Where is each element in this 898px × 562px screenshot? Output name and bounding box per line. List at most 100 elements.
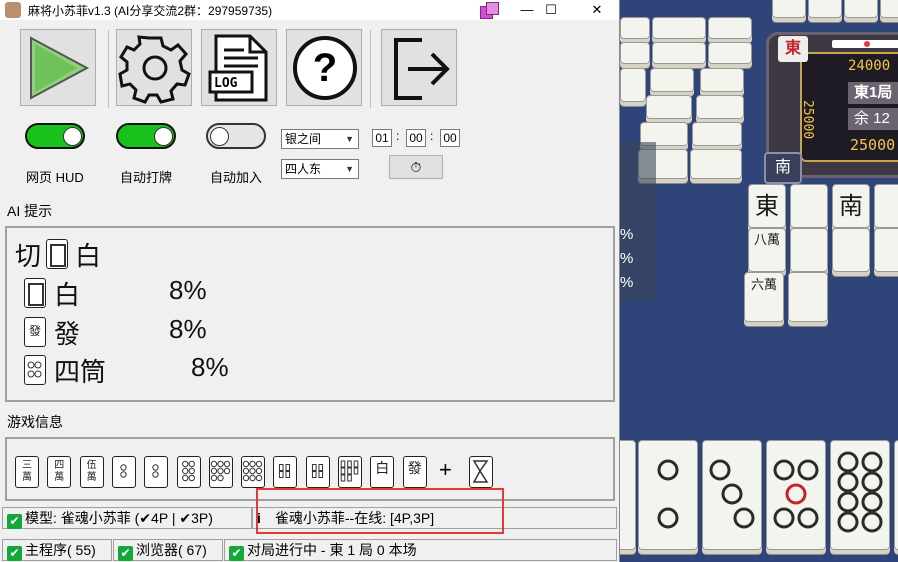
main-program-status: ✔ 主程序( 55): [2, 539, 112, 561]
start-button[interactable]: [20, 29, 96, 106]
mode-select-value: 四人东: [285, 162, 322, 176]
circle-mark: [837, 451, 859, 473]
suit-mark: [318, 464, 323, 471]
suit-mark: [223, 467, 230, 475]
auto-play-toggle[interactable]: [116, 123, 176, 149]
game-tile-8-man: 八萬: [748, 228, 786, 272]
check-icon: ✔: [7, 514, 22, 529]
window-title: 麻将小苏菲v1.3 (AI分享交流2群：297959735): [28, 4, 273, 18]
suit-mark: [249, 474, 256, 482]
tile-text: 東: [755, 192, 779, 220]
room-select[interactable]: 银之间 ▼: [281, 129, 359, 149]
check-icon: ✔: [7, 546, 22, 561]
game-tile: [708, 17, 752, 39]
auto-join-toggle[interactable]: [206, 123, 266, 149]
suit-mark: [255, 467, 263, 475]
maximize-button[interactable]: ☐: [528, 0, 574, 20]
tile-drawn: [469, 456, 493, 488]
stopwatch-icon: ⏱: [410, 159, 422, 175]
option-name: 白: [54, 280, 81, 310]
game-tile: [874, 184, 898, 228]
circle-mark: [837, 471, 859, 493]
hand-tile: [338, 456, 362, 488]
exit-button[interactable]: [381, 29, 457, 106]
suit-mark: [279, 464, 284, 471]
hand-tile: [208, 456, 233, 488]
log-button[interactable]: LOG: [201, 29, 277, 106]
hud-percent: %: [620, 226, 634, 243]
mode-select[interactable]: 四人东 ▼: [281, 159, 359, 179]
suit-mark: [242, 474, 250, 482]
hand-tile: 伍 萬: [79, 456, 104, 488]
settings-button[interactable]: [116, 29, 192, 106]
suit-mark: [311, 471, 317, 478]
circle-mark: [733, 507, 755, 529]
tile-green-dragon: 發: [24, 317, 46, 347]
help-label: ?: [312, 46, 338, 90]
check-icon: ✔: [118, 546, 133, 561]
suit-mark: [188, 474, 195, 482]
hand-tile: [273, 456, 298, 488]
circle-mark: [837, 491, 859, 513]
score-top: 24000: [848, 58, 891, 74]
option-percent: 8%: [169, 314, 207, 344]
timer-hours[interactable]: 01: [372, 129, 392, 147]
suit-mark: [249, 467, 256, 475]
play-icon: [30, 36, 90, 100]
wind-indicator: 南: [764, 152, 802, 184]
circle-mark: [657, 507, 679, 529]
close-button[interactable]: ✕: [574, 0, 620, 20]
game-tile: [652, 17, 706, 39]
circle-mark: [709, 459, 731, 481]
wind-indicator-text: 南: [774, 159, 791, 176]
browser-status: ✔ 浏览器( 67): [113, 539, 223, 561]
suit-mark: [210, 474, 217, 482]
circle-mark: [721, 483, 743, 505]
match-status: ✔ 对局进行中 - 東 1 局 0 本场: [224, 539, 617, 561]
title-bar[interactable]: 麻将小苏菲v1.3 (AI分享交流2群：297959735) — ☐ ✕: [0, 0, 619, 20]
suit-mark: [311, 464, 317, 471]
timer-sep: :: [396, 129, 400, 143]
hand-tile: 白: [370, 456, 395, 488]
suit-mark: [353, 460, 359, 468]
round-indicator: 東1局: [848, 82, 898, 104]
main-program-label: 主程序( 55): [25, 542, 96, 558]
timer-sep: :: [430, 129, 434, 143]
overlap-icon: [480, 2, 499, 19]
circle-mark: [773, 507, 795, 529]
suit-mark: [152, 471, 159, 478]
circle-mark: [657, 459, 679, 481]
timer-seconds[interactable]: 00: [440, 129, 460, 147]
tile-white-dragon: [24, 278, 46, 308]
game-info-header: 游戏信息: [7, 414, 63, 430]
gear-icon: [118, 35, 191, 104]
circle-mark: [861, 511, 883, 533]
suit-mark: [188, 467, 195, 475]
timer-button[interactable]: ⏱: [389, 155, 443, 179]
help-button[interactable]: ?: [286, 29, 362, 106]
game-tile: [700, 68, 744, 92]
circle-mark: [773, 459, 795, 481]
suit-mark: [181, 460, 188, 468]
suit-mark: [347, 467, 352, 475]
model-label: 模型: 雀魂小苏菲 (✔4P | ✔3P): [25, 510, 213, 526]
suit-mark: [217, 467, 224, 475]
game-tile: [772, 0, 806, 18]
toolbar-divider: [108, 30, 109, 108]
suit-mark: [353, 467, 359, 475]
suit-mark: [285, 464, 291, 471]
model-status: ✔ 模型: 雀魂小苏菲 (✔4P | ✔3P): [2, 507, 252, 529]
game-view: % % % 東 24000 25000 東1局 余 12 25000 南 東 南…: [620, 0, 898, 562]
suit-mark: [285, 471, 291, 478]
game-tile: [790, 184, 828, 228]
circle-mark: [837, 511, 859, 533]
hand-tile: 三 萬: [15, 456, 39, 488]
suit-mark: [210, 460, 217, 468]
circle-mark: [797, 459, 819, 481]
app-window: 麻将小苏菲v1.3 (AI分享交流2群：297959735) — ☐ ✕ LOG…: [0, 0, 620, 562]
web-hud-toggle[interactable]: [25, 123, 85, 149]
timer-minutes[interactable]: 00: [406, 129, 426, 147]
suit-mark: [242, 467, 250, 475]
game-tile: [690, 149, 742, 179]
discard-tile-name: 白: [75, 241, 102, 271]
